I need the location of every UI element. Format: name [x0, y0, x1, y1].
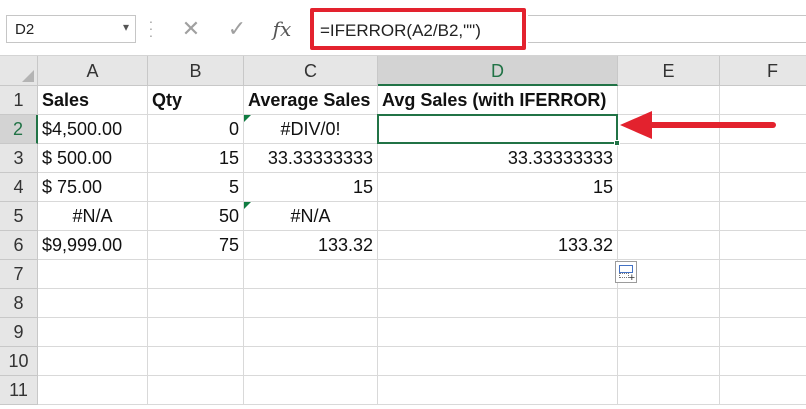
cell-b1[interactable]: Qty	[148, 86, 244, 115]
chevron-down-icon[interactable]: ▾	[123, 20, 129, 34]
cell-d3[interactable]: 33.33333333	[378, 144, 618, 173]
formula-text: =IFERROR(A2/B2,"")	[320, 21, 481, 40]
cell-b5[interactable]: 50	[148, 202, 244, 231]
cell-d6[interactable]: 133.32	[378, 231, 618, 260]
cell-f9[interactable]	[720, 318, 806, 347]
cell-a8[interactable]	[38, 289, 148, 318]
row-header-6[interactable]: 6	[0, 231, 38, 260]
row-header-5[interactable]: 5	[0, 202, 38, 231]
cell-c9[interactable]	[244, 318, 378, 347]
drag-handle-icon[interactable]: · · ·	[146, 14, 156, 42]
cell-a10[interactable]	[38, 347, 148, 376]
cell-f8[interactable]	[720, 289, 806, 318]
cell-b6[interactable]: 75	[148, 231, 244, 260]
cell-a5[interactable]: #N/A	[38, 202, 148, 231]
cell-e11[interactable]	[618, 376, 720, 405]
cell-c10[interactable]	[244, 347, 378, 376]
formula-buttons: ✕ ✓ fx	[170, 15, 310, 43]
cell-d5[interactable]	[378, 202, 618, 231]
quick-analysis-icon-bottom	[619, 273, 629, 278]
cell-d1[interactable]: Avg Sales (with IFERROR)	[378, 86, 618, 115]
cell-e10[interactable]	[618, 347, 720, 376]
cell-b9[interactable]	[148, 318, 244, 347]
cell-e4[interactable]	[618, 173, 720, 202]
plus-icon: +	[628, 272, 635, 284]
row-header-11[interactable]: 11	[0, 376, 38, 405]
column-header-f[interactable]: F	[720, 56, 806, 86]
cell-f6[interactable]	[720, 231, 806, 260]
cell-b2[interactable]: 0	[148, 115, 244, 144]
cell-a3[interactable]: $ 500.00	[38, 144, 148, 173]
cell-c3[interactable]: 33.33333333	[244, 144, 378, 173]
cell-b11[interactable]	[148, 376, 244, 405]
formula-input[interactable]: =IFERROR(A2/B2,"")	[310, 8, 526, 50]
cell-c5[interactable]: #N/A	[244, 202, 378, 231]
cell-d2[interactable]	[378, 115, 618, 144]
row-header-1[interactable]: 1	[0, 86, 38, 115]
cell-e3[interactable]	[618, 144, 720, 173]
cell-e8[interactable]	[618, 289, 720, 318]
cell-f5[interactable]	[720, 202, 806, 231]
row-header-2[interactable]: 2	[0, 115, 38, 144]
row-header-4[interactable]: 4	[0, 173, 38, 202]
cell-a1[interactable]: Sales	[38, 86, 148, 115]
cell-d4[interactable]: 15	[378, 173, 618, 202]
cell-b8[interactable]	[148, 289, 244, 318]
cell-e6[interactable]	[618, 231, 720, 260]
column-header-b[interactable]: B	[148, 56, 244, 86]
cell-a7[interactable]	[38, 260, 148, 289]
cell-b10[interactable]	[148, 347, 244, 376]
formula-input-extension[interactable]	[528, 15, 806, 43]
row-header-9[interactable]: 9	[0, 318, 38, 347]
cell-f10[interactable]	[720, 347, 806, 376]
cell-a11[interactable]	[38, 376, 148, 405]
cell-f7[interactable]	[720, 260, 806, 289]
cell-f4[interactable]	[720, 173, 806, 202]
cell-f3[interactable]	[720, 144, 806, 173]
column-header-d[interactable]: D	[378, 56, 618, 86]
cell-e9[interactable]	[618, 318, 720, 347]
column-header-e[interactable]: E	[618, 56, 720, 86]
name-box[interactable]: D2 ▾	[6, 15, 136, 43]
cell-d8[interactable]	[378, 289, 618, 318]
cell-c7[interactable]	[244, 260, 378, 289]
formula-bar-area: D2 ▾ · · · ✕ ✓ fx =IFERROR(A2/B2,"")	[0, 0, 806, 56]
cell-f11[interactable]	[720, 376, 806, 405]
cell-d7[interactable]	[378, 260, 618, 289]
cell-d9[interactable]	[378, 318, 618, 347]
name-box-value: D2	[15, 21, 35, 38]
cell-e5[interactable]	[618, 202, 720, 231]
error-indicator-icon[interactable]	[244, 115, 251, 122]
cell-c4[interactable]: 15	[244, 173, 378, 202]
enter-icon[interactable]: ✓	[222, 15, 252, 43]
insert-function-icon[interactable]: fx	[267, 15, 297, 43]
cell-c11[interactable]	[244, 376, 378, 405]
row-header-10[interactable]: 10	[0, 347, 38, 376]
cell-a6[interactable]: $9,999.00	[38, 231, 148, 260]
cell-a2[interactable]: $4,500.00	[38, 115, 148, 144]
column-header-c[interactable]: C	[244, 56, 378, 86]
cell-b3[interactable]: 15	[148, 144, 244, 173]
cell-d11[interactable]	[378, 376, 618, 405]
cell-c8[interactable]	[244, 289, 378, 318]
cell-d10[interactable]	[378, 347, 618, 376]
cell-a4[interactable]: $ 75.00	[38, 173, 148, 202]
cell-b7[interactable]	[148, 260, 244, 289]
cancel-icon[interactable]: ✕	[176, 15, 206, 43]
select-all-icon	[22, 70, 34, 82]
row-header-3[interactable]: 3	[0, 144, 38, 173]
cell-c6[interactable]: 133.32	[244, 231, 378, 260]
column-header-a[interactable]: A	[38, 56, 148, 86]
cell-c1[interactable]: Average Sales	[244, 86, 378, 115]
error-indicator-icon[interactable]	[244, 202, 251, 209]
row-header-8[interactable]: 8	[0, 289, 38, 318]
cell-a9[interactable]	[38, 318, 148, 347]
arrow-left-icon	[620, 111, 776, 139]
row-header-7[interactable]: 7	[0, 260, 38, 289]
cell-c2[interactable]: #DIV/0!	[244, 115, 378, 144]
cell-b4[interactable]: 5	[148, 173, 244, 202]
select-all-button[interactable]	[0, 56, 38, 86]
quick-analysis-icon[interactable]: +	[615, 261, 637, 284]
